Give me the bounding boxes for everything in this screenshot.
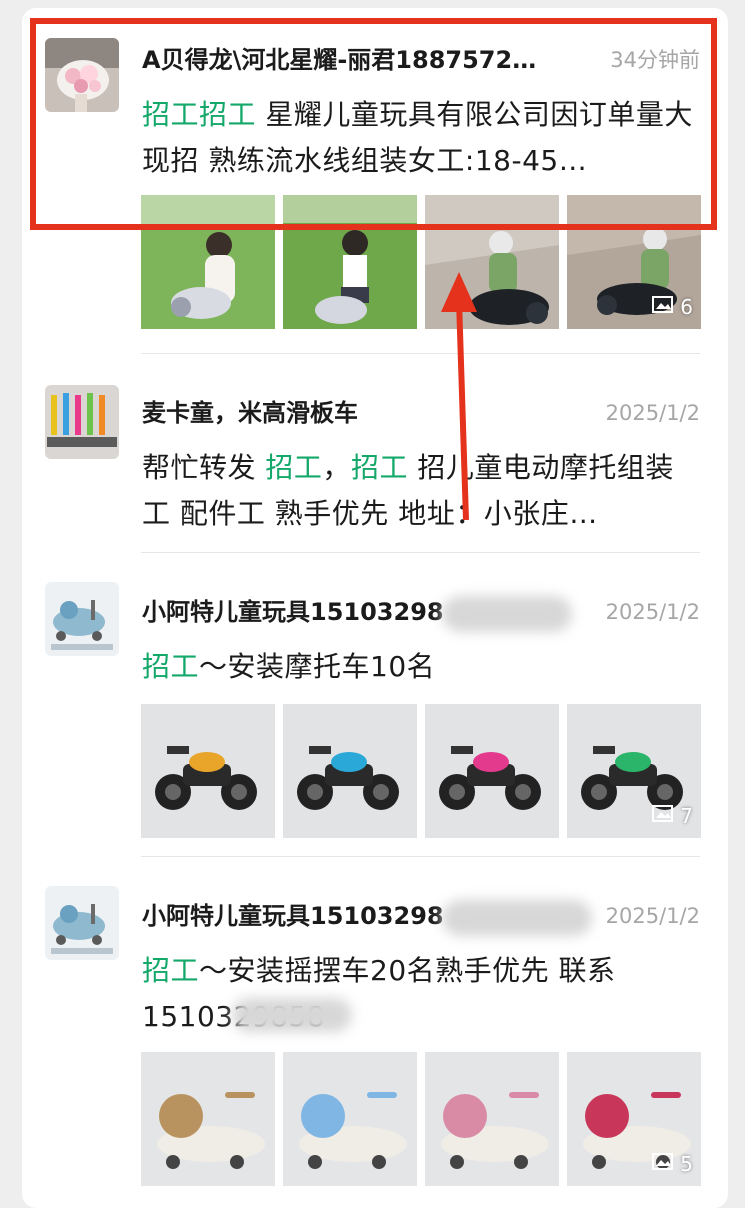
divider [141, 552, 700, 553]
post-image[interactable] [425, 1052, 559, 1186]
avatar[interactable] [45, 886, 119, 960]
redacted-mask [442, 900, 592, 936]
post-image[interactable]: 5 [567, 1052, 701, 1186]
post-image[interactable] [141, 704, 275, 838]
image-stack-icon [652, 294, 676, 319]
post-time: 2025/1/2 [605, 904, 700, 928]
image-grid: 5 [141, 1052, 701, 1186]
post-time: 2025/1/2 [605, 600, 700, 624]
hashtag[interactable]: 招工 [142, 650, 199, 683]
post-image[interactable] [425, 704, 559, 838]
post-time: 34分钟前 [610, 48, 700, 72]
image-count-badge: 5 [652, 1151, 693, 1176]
feed-card: A贝得龙\河北星耀-丽君1887572… 34分钟前 招工招工 星耀儿童玩具有限… [22, 8, 728, 1208]
post-image[interactable]: 7 [567, 704, 701, 838]
post-image[interactable] [141, 195, 275, 329]
hashtag[interactable]: 招工招工 [142, 98, 256, 131]
post-content[interactable]: 招工～安装摇摆车20名熟手优先 联系1510329858 [142, 948, 702, 1040]
hashtag[interactable]: 招工 [351, 451, 408, 484]
redacted-mask [232, 998, 352, 1032]
image-count-badge: 7 [652, 803, 693, 828]
post-content[interactable]: 帮忙转发 招工，招工 招儿童电动摩托组装工 配件工 熟手优先 地址：小张庄… [142, 445, 702, 537]
post-content[interactable]: 招工～安装摩托车10名 [142, 644, 702, 690]
avatar[interactable] [45, 385, 119, 459]
avatar[interactable] [45, 38, 119, 112]
redacted-mask [442, 596, 572, 632]
divider [141, 856, 700, 857]
post-image[interactable] [425, 195, 559, 329]
post-image[interactable] [283, 1052, 417, 1186]
image-count-badge: 6 [652, 294, 693, 319]
post-author[interactable]: 麦卡童，米高滑板车 [142, 397, 572, 429]
avatar[interactable] [45, 582, 119, 656]
hashtag[interactable]: 招工 [265, 451, 322, 484]
post-image[interactable] [283, 704, 417, 838]
post-time: 2025/1/2 [605, 401, 700, 425]
image-grid: 7 [141, 704, 701, 838]
post-author[interactable]: A贝得龙\河北星耀-丽君1887572… [142, 44, 572, 76]
image-stack-icon [652, 1151, 676, 1176]
post-content[interactable]: 招工招工 星耀儿童玩具有限公司因订单量大现招 熟练流水线组装女工:18-45… [142, 92, 702, 184]
post-image[interactable] [141, 1052, 275, 1186]
post-image[interactable]: 6 [567, 195, 701, 329]
divider [141, 353, 700, 354]
image-grid: 6 [141, 195, 701, 329]
post-image[interactable] [283, 195, 417, 329]
image-stack-icon [652, 803, 676, 828]
hashtag[interactable]: 招工 [142, 954, 199, 987]
